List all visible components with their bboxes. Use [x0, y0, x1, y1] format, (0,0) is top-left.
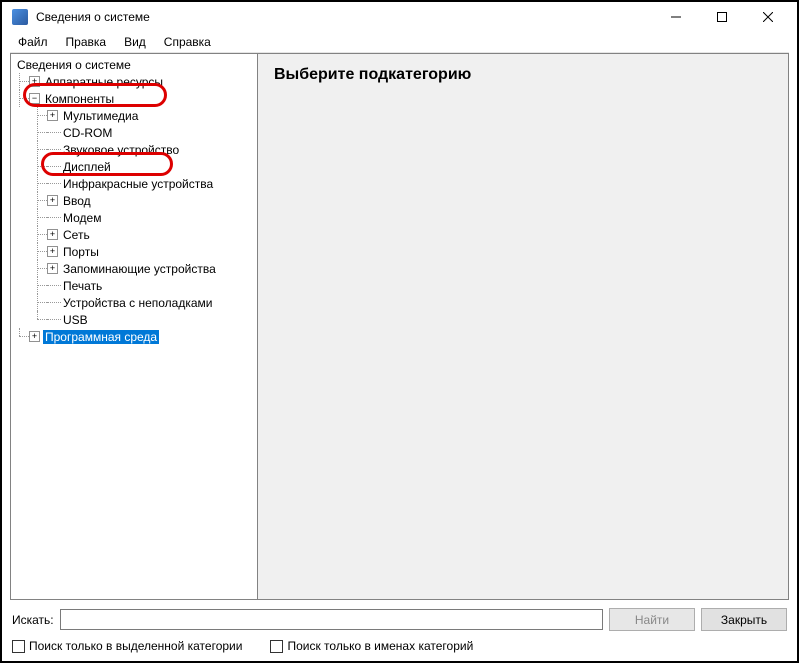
- tree-label: Программная среда: [43, 330, 159, 344]
- tree-label: Запоминающие устройства: [61, 262, 218, 276]
- tree-label: Инфракрасные устройства: [61, 177, 215, 191]
- checkbox-icon: [12, 640, 25, 653]
- checkbox-only-selected[interactable]: Поиск только в выделенной категории: [12, 639, 242, 653]
- menu-view[interactable]: Вид: [116, 33, 154, 51]
- main-panel: Выберите подкатегорию: [258, 53, 789, 600]
- tree-label: Компоненты: [43, 92, 116, 106]
- window-title: Сведения о системе: [36, 10, 653, 24]
- tree-item-software-env[interactable]: + Программная среда: [11, 328, 257, 345]
- search-row: Искать: Найти Закрыть: [12, 608, 787, 631]
- tree-item-problem-devices[interactable]: Устройства с неполадками: [11, 294, 257, 311]
- tree-label: Устройства с неполадками: [61, 296, 214, 310]
- tree-item-cdrom[interactable]: CD-ROM: [11, 124, 257, 141]
- app-icon: [12, 9, 28, 25]
- tree-item-modem[interactable]: Модем: [11, 209, 257, 226]
- menu-edit[interactable]: Правка: [58, 33, 115, 51]
- tree-item-print[interactable]: Печать: [11, 277, 257, 294]
- expander-plus-icon[interactable]: +: [47, 110, 58, 121]
- main-heading: Выберите подкатегорию: [274, 66, 772, 84]
- menubar: Файл Правка Вид Справка: [2, 32, 797, 52]
- tree-label: Аппаратные ресурсы: [43, 75, 165, 89]
- checkbox-label: Поиск только в именах категорий: [287, 639, 473, 653]
- tree-item-sound[interactable]: Звуковое устройство: [11, 141, 257, 158]
- content-area: Сведения о системе + Аппаратные ресурсы …: [10, 52, 789, 600]
- expander-plus-icon[interactable]: +: [29, 76, 40, 87]
- find-button[interactable]: Найти: [609, 608, 695, 631]
- tree-label: Сеть: [61, 228, 92, 242]
- menu-help[interactable]: Справка: [156, 33, 219, 51]
- tree-item-ports[interactable]: + Порты: [11, 243, 257, 260]
- tree-label: Модем: [61, 211, 103, 225]
- expander-plus-icon[interactable]: +: [47, 263, 58, 274]
- expander-plus-icon[interactable]: +: [47, 229, 58, 240]
- tree-label: Звуковое устройство: [61, 143, 181, 157]
- tree-label: USB: [61, 313, 90, 327]
- menu-file[interactable]: Файл: [10, 33, 56, 51]
- tree-label: Печать: [61, 279, 104, 293]
- close-button[interactable]: [745, 2, 791, 32]
- maximize-button[interactable]: [699, 2, 745, 32]
- expander-minus-icon[interactable]: −: [29, 93, 40, 104]
- tree-item-infrared[interactable]: Инфракрасные устройства: [11, 175, 257, 192]
- tree-label: Ввод: [61, 194, 93, 208]
- checkbox-row: Поиск только в выделенной категории Поис…: [12, 639, 787, 653]
- tree-panel[interactable]: Сведения о системе + Аппаратные ресурсы …: [10, 53, 258, 600]
- expander-plus-icon[interactable]: +: [47, 246, 58, 257]
- window-controls: [653, 2, 791, 32]
- tree-item-components[interactable]: − Компоненты: [11, 90, 257, 107]
- expander-plus-icon[interactable]: +: [29, 331, 40, 342]
- tree-label: CD-ROM: [61, 126, 114, 140]
- tree-item-usb[interactable]: USB: [11, 311, 257, 328]
- tree-item-hardware-resources[interactable]: + Аппаратные ресурсы: [11, 73, 257, 90]
- expander-plus-icon[interactable]: +: [47, 195, 58, 206]
- minimize-button[interactable]: [653, 2, 699, 32]
- system-info-window: Сведения о системе Файл Правка Вид Справ…: [2, 2, 797, 661]
- search-input[interactable]: [60, 609, 603, 630]
- checkbox-label: Поиск только в выделенной категории: [29, 639, 242, 653]
- close-search-button[interactable]: Закрыть: [701, 608, 787, 631]
- titlebar: Сведения о системе: [2, 2, 797, 32]
- checkbox-only-names[interactable]: Поиск только в именах категорий: [270, 639, 473, 653]
- tree-label: Мультимедиа: [61, 109, 140, 123]
- tree-item-input[interactable]: + Ввод: [11, 192, 257, 209]
- tree-item-network[interactable]: + Сеть: [11, 226, 257, 243]
- tree-root[interactable]: Сведения о системе: [11, 56, 257, 73]
- tree-item-multimedia[interactable]: + Мультимедиа: [11, 107, 257, 124]
- tree-label: Дисплей: [61, 160, 113, 174]
- checkbox-icon: [270, 640, 283, 653]
- bottom-area: Искать: Найти Закрыть Поиск только в выд…: [2, 600, 797, 661]
- search-label: Искать:: [12, 613, 54, 627]
- tree-item-storage[interactable]: + Запоминающие устройства: [11, 260, 257, 277]
- tree-label: Порты: [61, 245, 101, 259]
- tree-root-label: Сведения о системе: [15, 58, 133, 72]
- tree-item-display[interactable]: Дисплей: [11, 158, 257, 175]
